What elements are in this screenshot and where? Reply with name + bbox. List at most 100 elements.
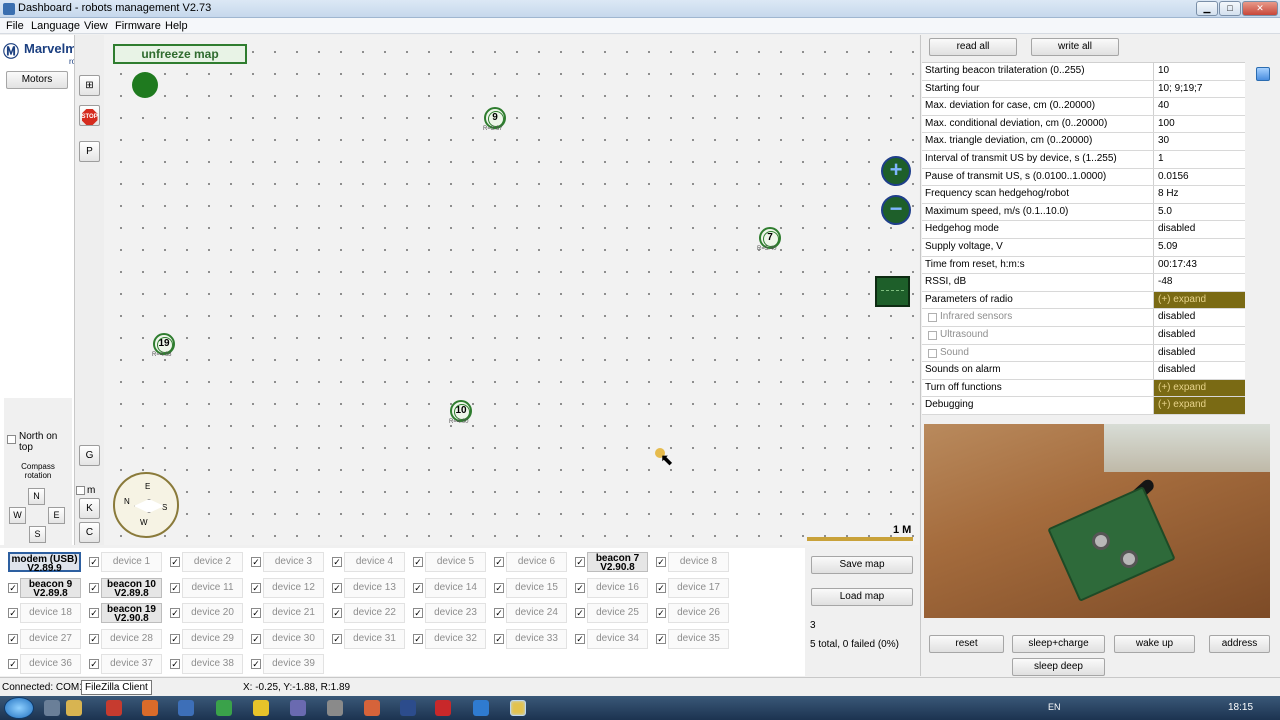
device-checkbox[interactable]: ✓ (251, 634, 261, 644)
beacon-device-tile[interactable]: ✓ beacon 9 V2.89.8 (4, 577, 83, 599)
property-value[interactable]: 1 (1153, 150, 1245, 168)
property-value[interactable]: disabled (1153, 326, 1245, 344)
device-checkbox[interactable]: ✓ (332, 608, 342, 618)
device-tile[interactable]: ✓ device 32 (409, 628, 488, 650)
device-checkbox[interactable]: ✓ (656, 557, 666, 567)
zoom-out-button[interactable]: − (881, 195, 911, 225)
property-row[interactable]: Sound disabled (922, 344, 1245, 363)
device-checkbox[interactable]: ✓ (494, 608, 504, 618)
app-icon[interactable] (290, 700, 306, 716)
minimize-button[interactable]: ▁ (1196, 1, 1218, 16)
explorer-icon[interactable] (66, 700, 82, 716)
m-checkbox[interactable] (76, 486, 85, 495)
save-map-button[interactable]: Save map (811, 556, 913, 574)
write-all-button[interactable]: write all (1031, 38, 1119, 56)
device-checkbox[interactable]: ✓ (89, 608, 99, 618)
compass-s-button[interactable]: S (29, 526, 46, 543)
property-value[interactable]: 00:17:43 (1153, 256, 1245, 274)
property-value[interactable]: 40 (1153, 98, 1245, 115)
language-indicator[interactable]: EN (1048, 702, 1061, 712)
property-row[interactable]: Parameters of radio (+) expand (922, 291, 1245, 310)
start-button[interactable] (4, 697, 34, 719)
device-tile[interactable]: ✓ device 2 (166, 551, 245, 573)
property-expand[interactable]: (+) expand (1153, 291, 1245, 309)
beacon-device-tile[interactable]: ✓ beacon 7 V2.90.8 (571, 551, 650, 573)
device-checkbox[interactable]: ✓ (413, 634, 423, 644)
device-checkbox[interactable]: ✓ (8, 608, 18, 618)
property-row[interactable]: Maximum speed, m/s (0.1..10.0) 5.0 (922, 203, 1245, 222)
device-checkbox[interactable]: ✓ (170, 634, 180, 644)
dashboard-taskbar-icon[interactable] (510, 700, 526, 716)
device-checkbox[interactable]: ✓ (413, 583, 423, 593)
device-tile[interactable]: ✓ device 29 (166, 628, 245, 650)
device-checkbox[interactable]: ✓ (656, 583, 666, 593)
device-checkbox[interactable]: ✓ (251, 608, 261, 618)
zoom-in-button[interactable]: + (881, 156, 911, 186)
property-row[interactable]: Starting beacon trilateration (0..255) 10 (922, 63, 1245, 81)
unfreeze-map-button[interactable]: unfreeze map (113, 44, 247, 64)
compass-w-button[interactable]: W (9, 507, 26, 524)
beacon-device-tile[interactable]: modem (USB) V2.89.9 (4, 551, 83, 574)
property-row[interactable]: Time from reset, h:m:s 00:17:43 (922, 256, 1245, 275)
device-checkbox[interactable]: ✓ (170, 659, 180, 669)
property-row[interactable]: Turn off functions (+) expand (922, 379, 1245, 398)
address-button[interactable]: address (1209, 635, 1270, 653)
property-value[interactable]: disabled (1153, 309, 1245, 326)
device-tile[interactable]: ✓ device 35 (652, 628, 731, 650)
property-value[interactable]: 0.0156 (1153, 168, 1245, 186)
device-tile[interactable]: ✓ device 38 (166, 653, 245, 675)
device-tile[interactable]: ✓ device 30 (247, 628, 326, 650)
stop-button[interactable]: STOP (79, 105, 100, 126)
property-value[interactable]: 5.0 (1153, 203, 1245, 221)
property-expand[interactable]: (+) expand (1153, 397, 1245, 414)
property-row[interactable]: Max. conditional deviation, cm (0..20000… (922, 115, 1245, 134)
grid-select-button[interactable]: ⊞ (79, 75, 100, 96)
motors-button[interactable]: Motors (6, 71, 68, 89)
property-value[interactable]: 8 Hz (1153, 186, 1245, 203)
property-checkbox[interactable] (928, 330, 937, 340)
device-tile[interactable]: ✓ device 13 (328, 577, 407, 599)
c-button[interactable]: C (79, 522, 100, 543)
menu-firmware[interactable]: Firmware (115, 20, 161, 32)
read-all-button[interactable]: read all (929, 38, 1017, 56)
property-row[interactable]: Hedgehog mode disabled (922, 221, 1245, 239)
device-checkbox[interactable]: ✓ (8, 659, 18, 669)
property-checkbox[interactable] (928, 313, 937, 323)
device-checkbox[interactable]: ✓ (170, 608, 180, 618)
close-button[interactable]: ✕ (1242, 1, 1278, 16)
device-checkbox[interactable]: ✓ (494, 583, 504, 593)
beacon-device-tile[interactable]: ✓ beacon 10 V2.89.8 (85, 577, 164, 599)
device-tile[interactable]: ✓ device 25 (571, 602, 650, 624)
device-checkbox[interactable]: ✓ (89, 583, 99, 593)
device-tile[interactable]: ✓ device 8 (652, 551, 731, 573)
device-tile[interactable]: ✓ device 28 (85, 628, 164, 650)
property-value[interactable]: -48 (1153, 274, 1245, 291)
device-tile[interactable]: ✓ device 14 (409, 577, 488, 599)
save-app-icon[interactable] (400, 700, 416, 716)
north-on-top-checkbox[interactable] (7, 435, 16, 444)
menu-file[interactable]: File (6, 20, 24, 32)
device-tile[interactable]: ✓ device 6 (490, 551, 569, 573)
property-value[interactable]: disabled (1153, 344, 1245, 362)
menu-help[interactable]: Help (165, 20, 188, 32)
property-row[interactable]: Pause of transmit US, s (0.0100..1.0000)… (922, 168, 1245, 187)
device-checkbox[interactable]: ✓ (575, 634, 585, 644)
device-tile[interactable]: ✓ device 20 (166, 602, 245, 624)
property-value[interactable]: 10 (1153, 63, 1245, 80)
device-tile[interactable]: ✓ device 1 (85, 551, 164, 573)
device-tile[interactable]: ✓ device 24 (490, 602, 569, 624)
device-checkbox[interactable]: ✓ (575, 608, 585, 618)
device-tile[interactable]: ✓ device 34 (571, 628, 650, 650)
device-checkbox[interactable]: ✓ (575, 557, 585, 567)
property-value[interactable]: disabled (1153, 221, 1245, 238)
device-checkbox[interactable]: ✓ (494, 557, 504, 567)
compass-e-button[interactable]: E (48, 507, 65, 524)
device-tile[interactable]: ✓ device 36 (4, 653, 83, 675)
device-tile[interactable]: ✓ device 11 (166, 577, 245, 599)
panel-toggle-button[interactable] (875, 276, 910, 307)
property-value[interactable]: disabled (1153, 362, 1245, 379)
property-row[interactable]: Max. deviation for case, cm (0..20000) 40 (922, 98, 1245, 116)
device-checkbox[interactable]: ✓ (170, 557, 180, 567)
device-tile[interactable]: ✓ device 31 (328, 628, 407, 650)
device-tile[interactable]: ✓ device 26 (652, 602, 731, 624)
